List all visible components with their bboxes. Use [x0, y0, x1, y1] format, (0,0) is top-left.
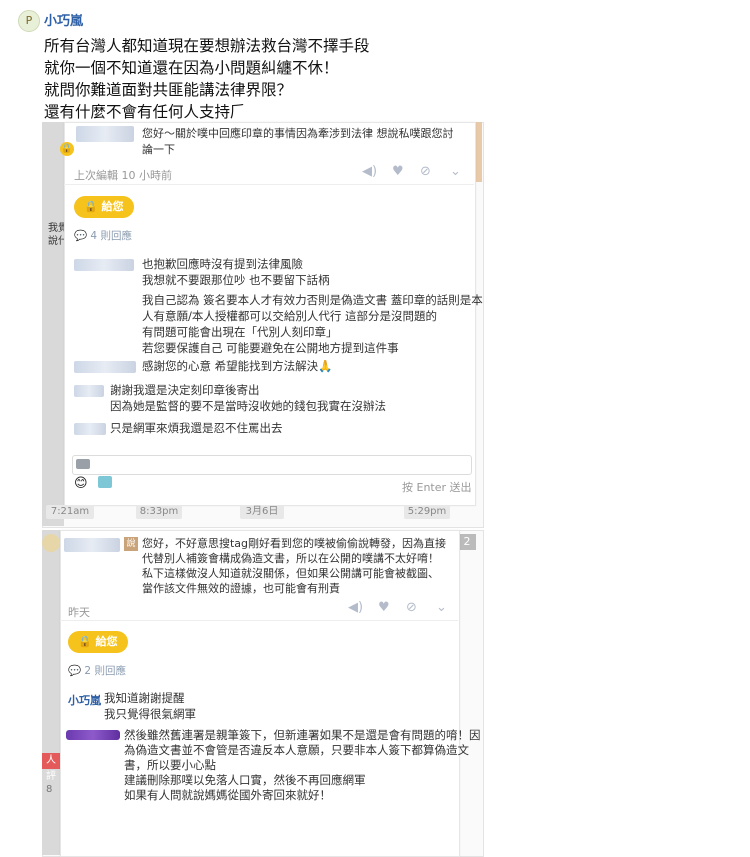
comment-line-2: 論一下 [142, 143, 175, 156]
post-text-line-1: 所有台灣人都知道現在要想辦法救台灣不擇手段 [44, 37, 370, 55]
side-count-badge: 2 [458, 534, 476, 550]
block-icon[interactable]: ⊘ [406, 600, 417, 615]
lock-icon: 🔒 [60, 142, 74, 156]
send-hint: 按 Enter 送出 [402, 481, 472, 494]
replies-count[interactable]: 💬 2 則回應 [68, 663, 126, 678]
comment-line: 您好，不好意思搜tag剛好看到您的噗被偷偷說轉發，因為直接 [142, 537, 447, 550]
blurred-username [74, 361, 136, 373]
timeline-time: 8:33pm [136, 505, 182, 519]
post-text-line-2: 就你一個不知道還在因為小問題糾纏不休！ [44, 59, 339, 77]
post-text-line-3: 就問你難道面對共匪能講法律界限？ [44, 81, 293, 99]
reply-msg: 也抱歉回應時沒有提到法律風險 [142, 257, 303, 271]
side-cut-number: 8 [46, 784, 53, 795]
blurred-username [64, 538, 120, 552]
blurred-username [74, 423, 106, 435]
avatar[interactable]: P [18, 10, 40, 32]
say-badge: 說 [124, 537, 138, 551]
reply-msg: 因為她是監督的要不是當時沒收她的錢包我實在沒辦法 [110, 399, 386, 413]
expand-toggle-icon[interactable] [76, 459, 90, 469]
edited-time: 上次編輯 10 小時前 [74, 169, 172, 182]
reply-msg: 有問題可能會出現在「代別人刻印章」 [142, 325, 338, 339]
reply-msg: 人有意願/本人授權都可以交給別人代行 這部分是沒問題的 [142, 309, 438, 323]
image-upload-icon[interactable] [98, 476, 112, 488]
emoji-icon[interactable]: 😊 [74, 476, 88, 491]
side-cut-label: 人評 [42, 753, 60, 782]
comment-line: 代替別人補簽會構成偽造文書，所以在公開的噗講不太好唷！ [142, 552, 439, 565]
chevron-down-icon[interactable]: ⌄ [450, 164, 461, 179]
avatar [42, 534, 60, 552]
mute-icon[interactable]: ◀) [362, 164, 377, 179]
timeline-time: 7:21am [46, 505, 94, 519]
timeline-time: 5:29pm [404, 505, 450, 519]
blurred-username [74, 385, 104, 397]
reply-author[interactable]: 小巧嵐 [68, 692, 101, 708]
post-date: 昨天 [68, 606, 90, 619]
reply-msg: 感謝您的心意 希望能找到方法解決🙏 [142, 359, 333, 373]
reply-msg: 我只覺得很氣網軍 [104, 707, 196, 721]
divider [64, 184, 474, 185]
reply-msg: 書，所以要小心點 [124, 758, 216, 772]
blurred-username [74, 259, 134, 271]
reply-msg: 若您要保護自己 可能要避免在公開地方提到這件事 [142, 341, 399, 355]
screenshot-left-strip [42, 122, 64, 526]
comment-line: 當作該文件無效的證據，也可能會有刑責 [142, 582, 340, 595]
blurred-username [66, 730, 120, 740]
reply-msg: 我自己認為 簽名要本人才有效力否則是偽造文書 蓋印章的話則是本 [142, 293, 483, 307]
replies-count[interactable]: 💬 4 則回應 [74, 228, 132, 243]
reply-input[interactable] [72, 455, 472, 475]
chevron-down-icon[interactable]: ⌄ [436, 600, 447, 615]
comment-line-1: 您好～關於噗中回應印章的事情因為牽涉到法律 想說私噗跟您討 [142, 127, 454, 140]
timeline-date: 3月6日 [240, 505, 284, 519]
block-icon[interactable]: ⊘ [420, 164, 431, 179]
reply-msg: 我知道謝謝提醒 [104, 691, 185, 705]
comment-line: 私下這樣做沒人知道就沒關係，但如果公開講可能會被截圖、 [142, 567, 439, 580]
reply-msg: 如果有人問就說媽媽從國外寄回來就好！ [124, 788, 331, 802]
reply-msg: 只是網軍來煩我還是忍不住罵出去 [110, 421, 283, 435]
reply-msg: 我想就不要跟那位吵 也不要留下話柄 [142, 273, 330, 287]
reply-msg: 建議刪除那噗以免落人口實，然後不再回應網軍 [124, 773, 366, 787]
private-to-you-button[interactable]: 🔒 給您 [68, 631, 128, 653]
private-to-you-button[interactable]: 🔒 給您 [74, 196, 134, 218]
post-author[interactable]: 小巧嵐 [44, 10, 83, 29]
reply-msg: 為偽造文書並不會管是否違反本人意願，只要非本人簽下都算偽造文 [124, 743, 469, 757]
mute-icon[interactable]: ◀) [348, 600, 363, 615]
heart-icon[interactable]: ♥ [392, 164, 404, 179]
reply-msg: 謝謝我還是決定刻印章後寄出 [110, 383, 260, 397]
screenshot-left-strip [42, 530, 60, 855]
heart-icon[interactable]: ♥ [378, 600, 390, 615]
reply-msg: 然後雖然舊連署是親筆簽下，但新連署如果不是還是會有問題的唷！因 [124, 728, 481, 742]
post-text-line-4: 還有什麼不會有任何人支持𠂆 [44, 103, 246, 121]
blurred-username [76, 126, 134, 142]
divider [60, 620, 458, 621]
replies-count-text: 4 則回應 [90, 230, 132, 242]
replies-count-text: 2 則回應 [84, 665, 126, 677]
